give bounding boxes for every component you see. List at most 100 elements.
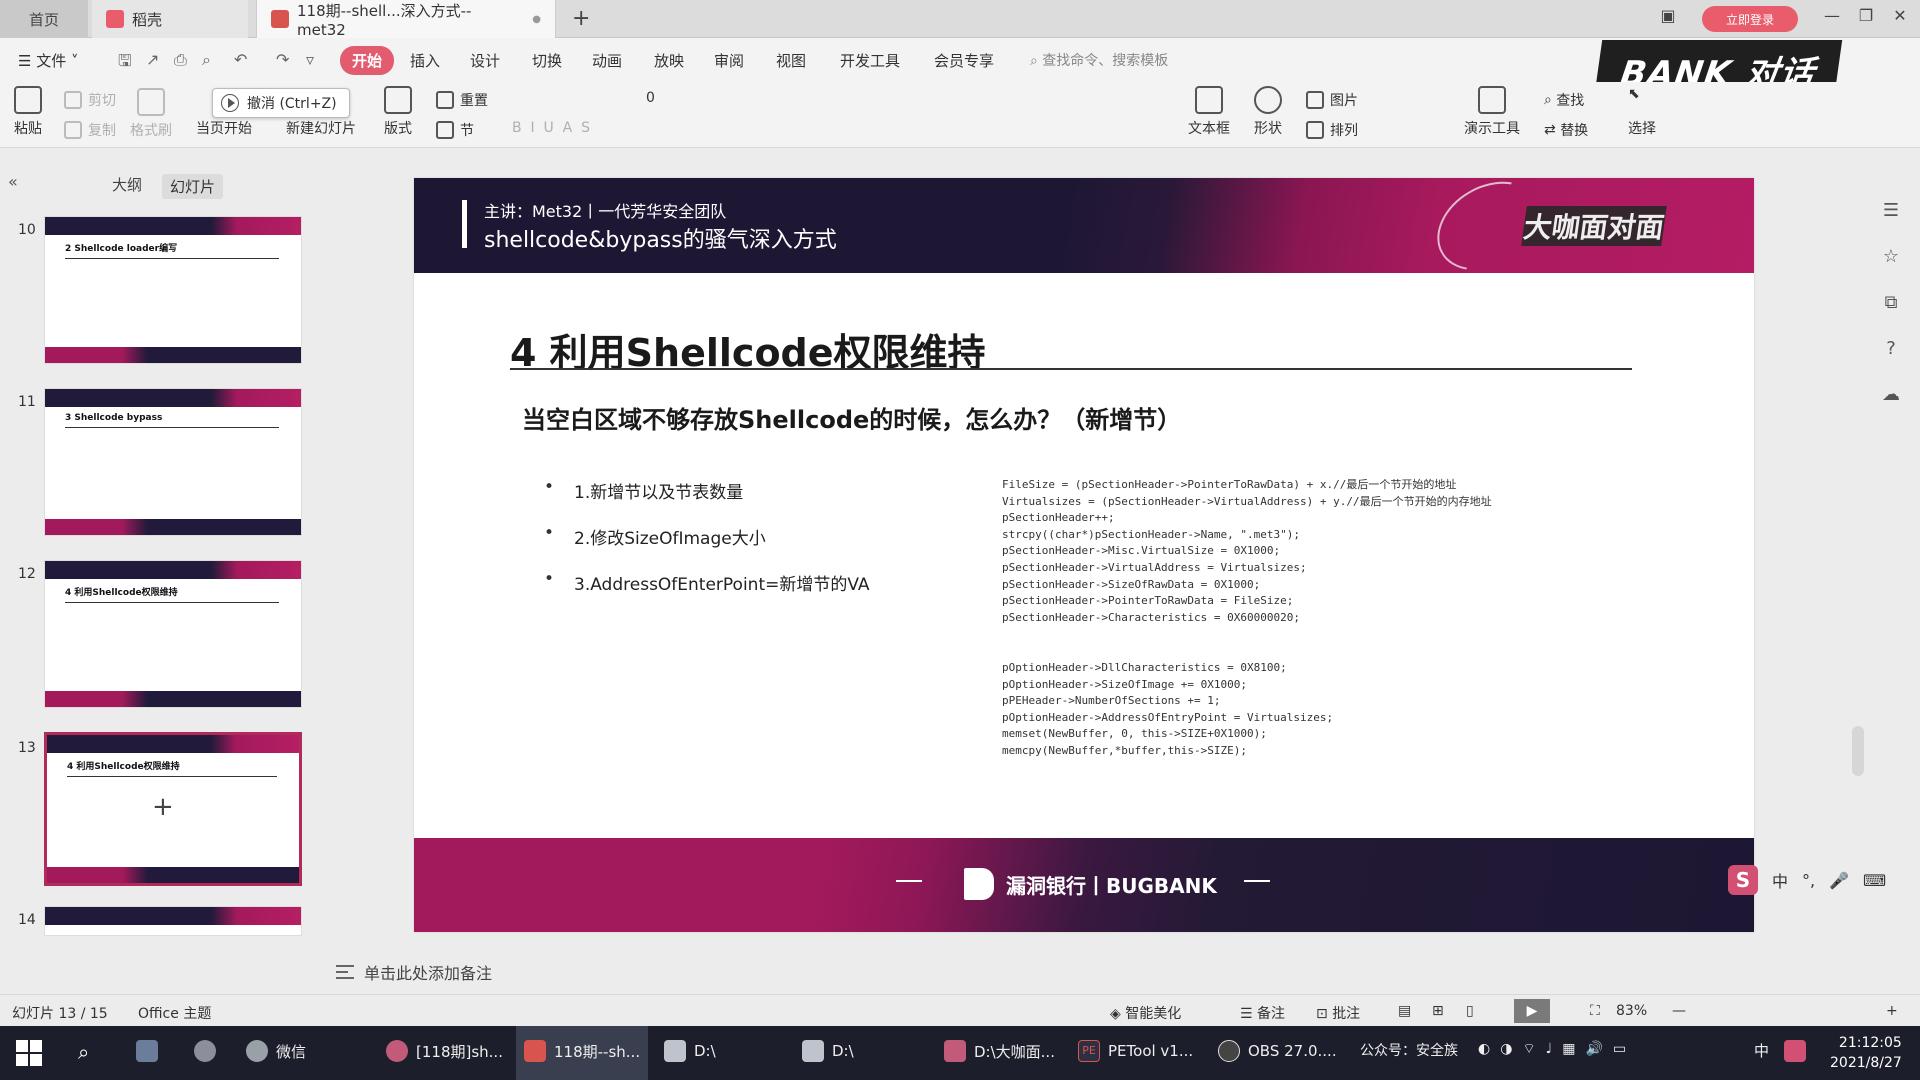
- qat-more-icon[interactable]: ▿: [306, 50, 314, 69]
- smart-beautify-button[interactable]: ◈ 智能美化: [1110, 1003, 1181, 1023]
- slide-thumbnail-10[interactable]: 2 Shellcode loader编写: [44, 216, 302, 364]
- from-current-button[interactable]: 当页开始: [196, 118, 252, 138]
- arrange-button[interactable]: 排列: [1306, 120, 1358, 140]
- taskbar-folder[interactable]: D:\大咖面...: [944, 1040, 1055, 1062]
- new-tab-button[interactable]: +: [572, 6, 590, 31]
- wps-icon: [524, 1040, 546, 1062]
- textbox-button[interactable]: 文本框: [1188, 86, 1230, 138]
- find-button[interactable]: ⌕ 查找: [1544, 90, 1584, 110]
- sogou-tray-icon[interactable]: [1784, 1040, 1814, 1062]
- transition-icon[interactable]: ⧉: [1880, 292, 1902, 314]
- slide-thumbnail-11[interactable]: 3 Shellcode bypass: [44, 388, 302, 536]
- menu-review[interactable]: 审阅: [714, 50, 744, 71]
- reading-view-icon[interactable]: ▯: [1466, 1003, 1474, 1019]
- taskbar-search-icon[interactable]: ⌕: [78, 1040, 89, 1064]
- add-slide-button[interactable]: +: [152, 792, 174, 822]
- taskbar-wechat[interactable]: 微信: [246, 1040, 306, 1062]
- play-slideshow-button[interactable]: ▶: [1514, 999, 1550, 1023]
- undo-icon[interactable]: ↶: [234, 50, 247, 69]
- layout-button[interactable]: 版式: [384, 86, 412, 138]
- notes-area[interactable]: 单击此处添加备注: [336, 960, 492, 984]
- print-icon[interactable]: ⎙: [174, 50, 187, 70]
- menu-transition[interactable]: 切换: [532, 50, 562, 71]
- bold-button[interactable]: B I U A S: [512, 120, 590, 136]
- slide-canvas[interactable]: 主讲：Met32丨一代芳华安全团队 shellcode&bypass的骚气深入方…: [414, 178, 1754, 932]
- layout-icon[interactable]: ▣: [1654, 6, 1682, 30]
- comments-toggle[interactable]: ⊡ 批注: [1316, 1003, 1360, 1023]
- taskbar-player[interactable]: [118期]sh...: [386, 1040, 503, 1062]
- paste-button[interactable]: 粘贴: [14, 86, 42, 138]
- menu-developer[interactable]: 开发工具: [840, 50, 900, 71]
- section-button[interactable]: 节: [436, 120, 474, 140]
- tab-slides[interactable]: 幻灯片: [162, 174, 224, 199]
- new-slide-button[interactable]: 新建幻灯片: [286, 118, 356, 138]
- present-tools-button[interactable]: 演示工具: [1464, 86, 1520, 138]
- star-icon[interactable]: ☆: [1880, 246, 1902, 268]
- system-clock[interactable]: 21:12:05 2021/8/27: [1830, 1033, 1902, 1073]
- taskbar-wps[interactable]: 118期--sh...: [524, 1040, 640, 1062]
- taskbar-explorer-2[interactable]: D:\: [802, 1040, 854, 1062]
- shape-button[interactable]: 形状: [1254, 86, 1282, 138]
- notes-placeholder: 单击此处添加备注: [364, 964, 493, 983]
- login-button[interactable]: 立即登录: [1702, 6, 1798, 32]
- taskbar-explorer-1[interactable]: D:\: [664, 1040, 716, 1062]
- help-icon[interactable]: ?: [1880, 338, 1902, 360]
- export-icon[interactable]: ↗: [146, 50, 159, 69]
- slide-thumbnail-14[interactable]: [44, 906, 302, 936]
- ime-indicator[interactable]: 中: [1754, 1040, 1769, 1061]
- windows-start-icon[interactable]: [16, 1040, 42, 1066]
- taskbar-petool[interactable]: PE PETool v1...: [1078, 1040, 1193, 1062]
- notes-toggle[interactable]: ☰ 备注: [1240, 1003, 1285, 1023]
- code-block-section[interactable]: FileSize = (pSectionHeader->PointerToRaw…: [1002, 477, 1492, 626]
- zoom-in-button[interactable]: +: [1886, 1003, 1898, 1019]
- tab-daoke[interactable]: 稻壳: [92, 0, 248, 38]
- menu-slideshow[interactable]: 放映: [654, 50, 684, 71]
- sorter-view-icon[interactable]: ⊞: [1432, 1003, 1444, 1019]
- format-painter-button[interactable]: 格式刷: [130, 88, 172, 140]
- font-size-box[interactable]: 0: [646, 90, 655, 106]
- slide-header: 主讲：Met32丨一代芳华安全团队 shellcode&bypass的骚气深入方…: [414, 178, 1754, 289]
- replace-button[interactable]: ⇄ 替换: [1544, 120, 1588, 140]
- save-icon[interactable]: 🖫: [118, 50, 132, 77]
- menu-view[interactable]: 视图: [776, 50, 806, 71]
- picture-button[interactable]: 图片: [1306, 90, 1358, 110]
- menu-animation[interactable]: 动画: [592, 50, 622, 71]
- copy-button[interactable]: 复制: [64, 120, 116, 140]
- reset-button[interactable]: 重置: [436, 90, 488, 110]
- close-button[interactable]: ✕: [1886, 6, 1914, 30]
- cut-button[interactable]: 剪切: [64, 90, 116, 110]
- select-button[interactable]: ⬉ 选择: [1628, 86, 1656, 138]
- cloud-icon[interactable]: ☁: [1880, 384, 1902, 406]
- minimize-button[interactable]: —: [1818, 6, 1846, 30]
- properties-icon[interactable]: ☰: [1880, 200, 1902, 222]
- menu-start[interactable]: 开始: [340, 46, 395, 75]
- zoom-level[interactable]: 83%: [1616, 1003, 1647, 1019]
- normal-view-icon[interactable]: ▤: [1398, 1003, 1411, 1019]
- menu-insert[interactable]: 插入: [410, 50, 440, 71]
- vertical-scrollbar[interactable]: [1852, 726, 1864, 776]
- tab-home[interactable]: 首页: [0, 0, 88, 38]
- maximize-button[interactable]: ❐: [1852, 6, 1880, 30]
- code-block-header[interactable]: pOptionHeader->DllCharacteristics = 0X81…: [1002, 660, 1333, 760]
- tray-icons[interactable]: ◐ ◑ ⌔ ♩ ▦ 🔊 ▭: [1478, 1040, 1626, 1058]
- collapse-panel-icon[interactable]: «: [8, 172, 18, 191]
- ime-toolbar[interactable]: S 中 °, 🎤 ⌨: [1728, 862, 1908, 898]
- taskbar-obs[interactable]: OBS 27.0....: [1218, 1040, 1337, 1062]
- slide-thumbnail-12[interactable]: 4 利用Shellcode权限维持: [44, 560, 302, 708]
- file-menu[interactable]: ☰ 文件 ˅: [18, 50, 79, 71]
- menu-member[interactable]: 会员专享: [934, 50, 994, 71]
- thumb-rule: [65, 258, 279, 259]
- menu-design[interactable]: 设计: [470, 50, 500, 71]
- tab-document[interactable]: 118期--shell...深入方式--met32 ●: [256, 0, 556, 39]
- bullet-list[interactable]: 1.新增节以及节表数量 2.修改SizeOfImage大小 3.AddressO…: [544, 477, 870, 616]
- theme-name[interactable]: Office 主题: [138, 1003, 211, 1023]
- redo-icon[interactable]: ↷: [276, 50, 289, 69]
- slide-subtitle[interactable]: 当空白区域不够存放Shellcode的时候，怎么办？（新增节）: [522, 400, 1181, 435]
- browser-icon[interactable]: [194, 1040, 224, 1062]
- preview-icon[interactable]: ⌕: [202, 50, 211, 70]
- taskbar-app-icon[interactable]: [136, 1040, 166, 1062]
- tab-outline[interactable]: 大纲: [112, 174, 142, 195]
- command-search[interactable]: ⌕ 查找命令、搜索模板: [1030, 50, 1168, 70]
- zoom-out-button[interactable]: —: [1672, 1003, 1686, 1019]
- fit-window-icon[interactable]: ⛶: [1590, 1003, 1600, 1019]
